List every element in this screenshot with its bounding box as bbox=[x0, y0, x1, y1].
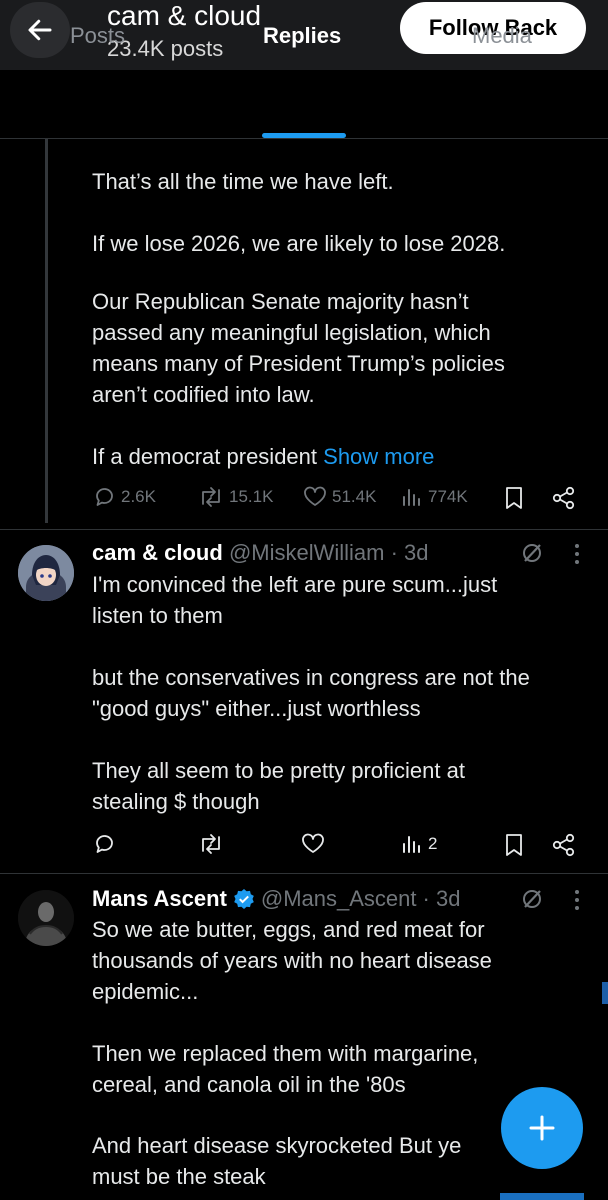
profile-tabs bbox=[0, 70, 608, 139]
avatar[interactable] bbox=[18, 545, 74, 601]
grok-icon bbox=[523, 890, 541, 908]
post-line: means many of President Trump’s policies bbox=[92, 351, 505, 376]
author-name[interactable]: Mans Ascent bbox=[92, 884, 227, 914]
repost-action[interactable]: 15.1K bbox=[197, 485, 273, 509]
plus-icon bbox=[529, 1115, 555, 1141]
tab-posts[interactable]: Posts bbox=[70, 22, 125, 50]
share-icon bbox=[552, 486, 575, 510]
views-icon bbox=[403, 836, 420, 853]
share-action[interactable] bbox=[551, 832, 577, 858]
post-divider bbox=[0, 529, 608, 530]
post-line: but the conservatives in congress are no… bbox=[92, 665, 530, 690]
grok-icon bbox=[523, 544, 541, 562]
like-action[interactable]: 51.4K bbox=[302, 485, 376, 509]
views-count: 2 bbox=[428, 834, 438, 853]
anime-avatar-icon bbox=[18, 545, 74, 601]
like-action[interactable] bbox=[300, 832, 326, 856]
bookmark-icon bbox=[506, 834, 522, 856]
author-handle[interactable]: @Mans_Ascent bbox=[261, 884, 417, 914]
post-line: stealing $ though bbox=[92, 789, 260, 814]
active-tab-indicator bbox=[262, 133, 346, 138]
post-line: listen to them bbox=[92, 603, 223, 628]
share-icon bbox=[552, 833, 575, 857]
post-line: And heart disease skyrocketed But ye bbox=[92, 1133, 462, 1158]
author-name[interactable]: cam & cloud bbox=[92, 540, 223, 565]
bookmark-icon bbox=[506, 487, 522, 509]
views-count: 774K bbox=[428, 487, 468, 506]
partial-element bbox=[500, 1193, 584, 1200]
post-time: · 3d bbox=[390, 540, 429, 565]
thread-line bbox=[45, 139, 48, 523]
like-count: 51.4K bbox=[332, 487, 377, 506]
repost-icon bbox=[202, 487, 220, 507]
post-line: If we lose 2026, we are likely to lose 2… bbox=[92, 231, 506, 256]
reply-icon bbox=[96, 835, 113, 853]
post-line: Then we replaced them with margarine, bbox=[92, 1041, 479, 1066]
post-line: So we ate butter, eggs, and red meat for bbox=[92, 917, 485, 942]
grok-button[interactable] bbox=[520, 541, 544, 570]
post-meta: cam & cloud @MiskelWilliam · 3d bbox=[92, 538, 429, 568]
scroll-indicator[interactable] bbox=[602, 982, 608, 1004]
views-action[interactable]: 774K bbox=[400, 485, 468, 509]
show-more-link[interactable]: Show more bbox=[323, 444, 434, 469]
share-action[interactable] bbox=[551, 485, 577, 511]
post-line: epidemic... bbox=[92, 979, 199, 1004]
repost-action[interactable] bbox=[197, 832, 225, 856]
post-line: cereal, and canola oil in the '80s bbox=[92, 1072, 406, 1097]
more-button[interactable] bbox=[573, 888, 581, 917]
post-time: · 3d bbox=[422, 886, 461, 911]
post-line-text: If a democrat president bbox=[92, 444, 318, 469]
more-icon bbox=[575, 544, 579, 564]
like-icon bbox=[302, 833, 324, 853]
back-button[interactable] bbox=[10, 2, 70, 58]
back-arrow-icon bbox=[28, 19, 52, 41]
post-line: passed any meaningful legislation, which bbox=[92, 320, 491, 345]
reply-action[interactable] bbox=[93, 832, 117, 856]
tab-replies[interactable]: Replies bbox=[263, 22, 341, 50]
repost-count: 15.1K bbox=[229, 487, 274, 506]
like-icon bbox=[304, 486, 326, 506]
more-button[interactable] bbox=[573, 542, 581, 571]
post-line: That’s all the time we have left. bbox=[92, 169, 394, 194]
avatar[interactable] bbox=[18, 890, 74, 946]
post-line: aren’t codified into law. bbox=[92, 382, 315, 407]
post-line: I'm convinced the left are pure scum...j… bbox=[92, 572, 498, 597]
compose-button[interactable] bbox=[501, 1087, 583, 1169]
grok-button[interactable] bbox=[520, 887, 544, 916]
statue-avatar-icon bbox=[18, 890, 74, 946]
post-divider bbox=[0, 873, 608, 874]
reply-action[interactable]: 2.6K bbox=[93, 485, 156, 509]
post-line: If a democrat president Show more bbox=[92, 441, 434, 472]
post-line: Our Republican Senate majority hasn’t bbox=[92, 289, 469, 314]
post-meta: Mans Ascent @Mans_Ascent · 3d bbox=[92, 884, 460, 914]
tab-media[interactable]: Media bbox=[472, 22, 532, 50]
verified-icon bbox=[234, 889, 254, 909]
author-handle[interactable]: @MiskelWilliam bbox=[229, 540, 385, 565]
views-icon bbox=[403, 489, 420, 506]
bookmark-action[interactable] bbox=[503, 485, 525, 511]
post-line: thousands of years with no heart disease bbox=[92, 948, 492, 973]
post-line: must be the steak bbox=[92, 1164, 266, 1189]
views-action[interactable]: 2 bbox=[400, 832, 437, 856]
reply-count: 2.6K bbox=[121, 487, 156, 506]
bookmark-action[interactable] bbox=[503, 832, 525, 858]
reply-icon bbox=[96, 488, 113, 506]
profile-name: cam & cloud bbox=[107, 0, 262, 31]
more-icon bbox=[575, 890, 579, 910]
repost-icon bbox=[202, 834, 220, 854]
post-line: "good guys" either...just worthless bbox=[92, 696, 421, 721]
post-line: They all seem to be pretty proficient at bbox=[92, 758, 465, 783]
